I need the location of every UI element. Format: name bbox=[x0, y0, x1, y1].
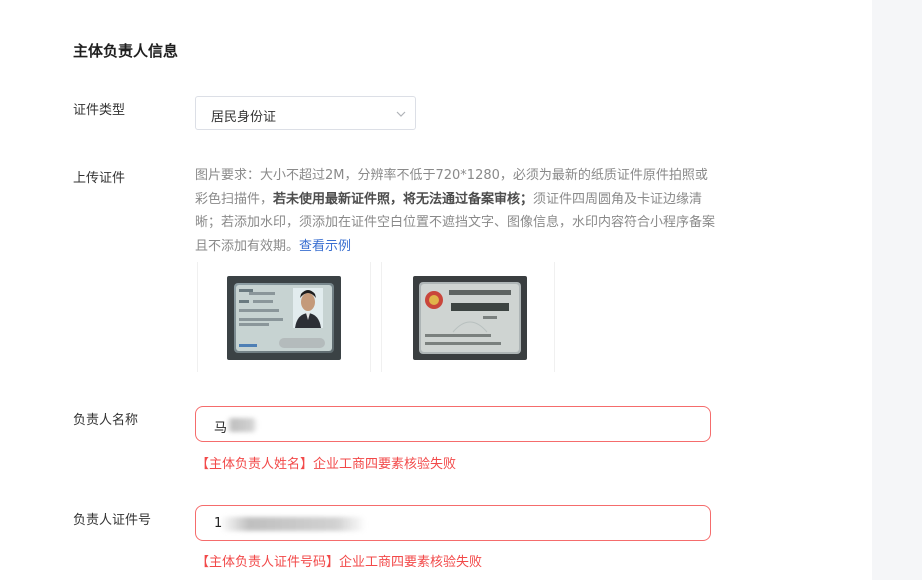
id-card-front-image bbox=[227, 276, 341, 360]
principal-name-label: 负责人名称 bbox=[73, 413, 139, 428]
id-type-select[interactable]: 居民身份证 bbox=[195, 96, 416, 130]
principal-id-number-error: 【主体负责人证件号码】企业工商四要素核验失败 bbox=[196, 555, 483, 570]
privacy-blur bbox=[220, 517, 366, 531]
section-title: 主体负责人信息 bbox=[73, 42, 179, 60]
id-card-back-illustration bbox=[413, 276, 527, 360]
id-type-selected-value: 居民身份证 bbox=[211, 110, 277, 125]
id-card-back-image bbox=[413, 276, 527, 360]
principal-id-number-input[interactable]: 1 bbox=[195, 505, 711, 541]
view-example-link[interactable]: 查看示例 bbox=[299, 239, 351, 254]
chevron-down-icon bbox=[396, 111, 406, 117]
id-card-front-frame[interactable] bbox=[197, 262, 371, 372]
right-side-panel bbox=[872, 0, 922, 580]
upload-requirements: 图片要求：大小不超过2M，分辨率不低于720*1280，必须为最新的纸质证件原件… bbox=[195, 164, 720, 258]
principal-id-number-label: 负责人证件号 bbox=[73, 513, 152, 528]
principal-name-error: 【主体负责人姓名】企业工商四要素核验失败 bbox=[196, 457, 457, 472]
upload-label: 上传证件 bbox=[73, 171, 126, 186]
requirement-text-bold: 若未使用最新证件照，将无法通过备案审核； bbox=[273, 191, 534, 207]
id-type-label: 证件类型 bbox=[73, 103, 126, 118]
id-card-front-illustration bbox=[227, 276, 341, 360]
privacy-blur bbox=[226, 418, 258, 432]
id-card-back-frame[interactable] bbox=[381, 262, 555, 372]
principal-name-input[interactable]: 马 bbox=[195, 406, 711, 442]
